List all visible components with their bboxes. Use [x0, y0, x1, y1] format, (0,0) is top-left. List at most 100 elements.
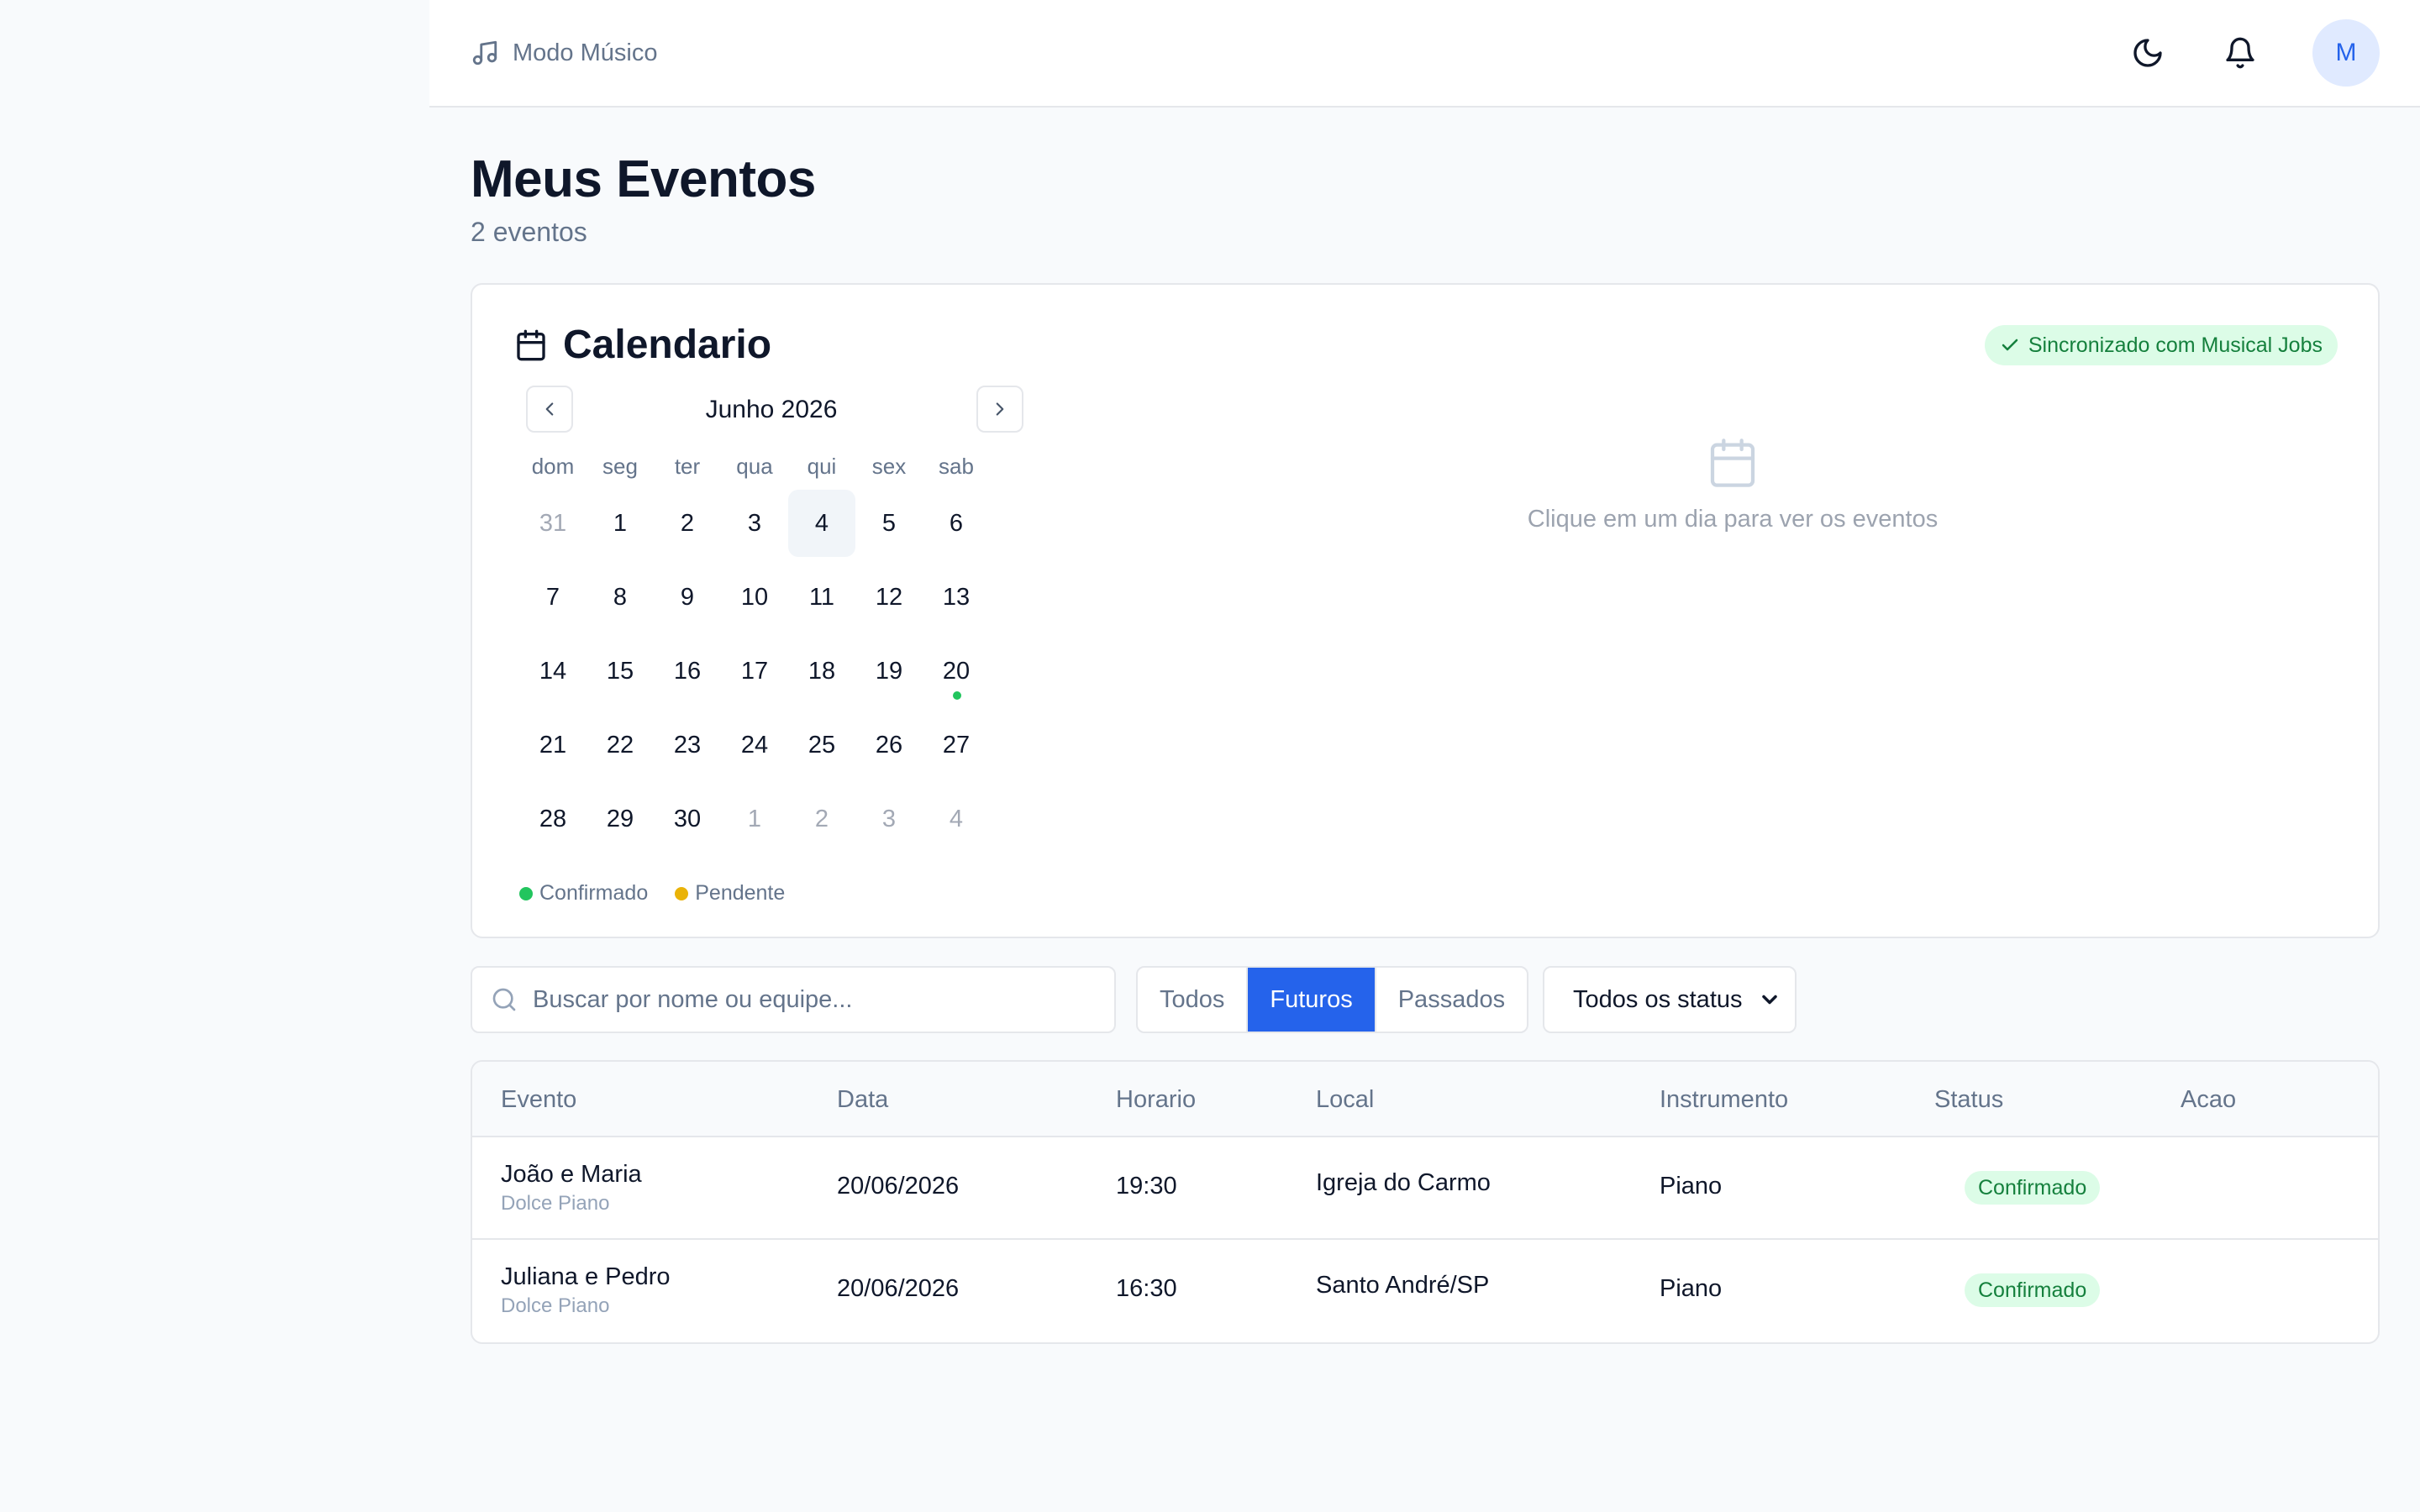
event-name: João e Maria [501, 1161, 642, 1188]
calendar-day[interactable]: 28 [519, 785, 587, 853]
calendar-day-number: 21 [539, 731, 567, 759]
calendar-day[interactable]: 1 [587, 490, 654, 557]
legend-label: Pendente [695, 881, 786, 905]
calendar-day[interactable]: 8 [587, 564, 654, 631]
filter-tab-passados[interactable]: Passados [1376, 968, 1527, 1032]
chevron-down-icon [1762, 995, 1777, 1005]
table-row[interactable]: João e Maria Dolce Piano 20/06/2026 19:30 Ig… [472, 1137, 2378, 1240]
month-label: Junho 2026 [705, 396, 838, 423]
table-body: João e Maria Dolce Piano 20/06/2026 19:30 Ig… [472, 1137, 2378, 1342]
calendar-day[interactable]: 31 [519, 490, 587, 557]
calendar-day[interactable]: 1 [721, 785, 788, 853]
calendar-day-number: 2 [680, 509, 695, 537]
calendar-day-number: 22 [606, 731, 634, 759]
calendar-day[interactable]: 13 [923, 564, 990, 631]
calendar-day[interactable]: 29 [587, 785, 654, 853]
status-filter-select[interactable]: Todos os status [1543, 966, 1797, 1033]
calendar-day[interactable]: 7 [519, 564, 587, 631]
main-content: Meus Eventos 2 eventos Calendario Sincro… [471, 108, 2380, 1344]
calendar-day[interactable]: 22 [587, 711, 654, 779]
calendar-day[interactable]: 12 [855, 564, 923, 631]
calendar-day-number: 18 [808, 657, 836, 685]
event-date: 20/06/2026 [837, 1275, 960, 1302]
status-badge: Confirmado [1965, 1171, 2101, 1205]
calendar-day[interactable]: 6 [923, 490, 990, 557]
calendar-day[interactable]: 26 [855, 711, 923, 779]
calendar-day[interactable]: 18 [788, 638, 855, 705]
calendar-header: Calendario [514, 322, 771, 368]
calendar-day-number: 19 [875, 657, 903, 685]
moon-icon [2133, 39, 2162, 67]
column-header-local: Local [1316, 1086, 1375, 1113]
calendar-day[interactable]: 3 [855, 785, 923, 853]
next-month-button[interactable] [976, 386, 1023, 433]
calendar-legend: Confirmado Pendente [519, 881, 1023, 906]
calendar-day[interactable]: 21 [519, 711, 587, 779]
calendar-day[interactable]: 15 [587, 638, 654, 705]
calendar-day[interactable]: 16 [654, 638, 721, 705]
calendar-day-number: 13 [942, 583, 971, 611]
weekday-label: sex [871, 454, 907, 479]
calendar-day-number: 27 [942, 731, 971, 759]
legend-item: Confirmado [519, 881, 648, 906]
calendar-day-number: 11 [808, 583, 835, 611]
calendar-day[interactable]: 3 [721, 490, 788, 557]
status-filter-value: Todos os status [1573, 985, 1743, 1013]
calendar-day[interactable]: 24 [721, 711, 788, 779]
calendar-day-number: 5 [881, 509, 897, 537]
event-time: 16:30 [1116, 1275, 1177, 1302]
search-input[interactable] [533, 985, 1079, 1014]
event-instrument: Piano [1660, 1275, 1723, 1302]
sidebar-area [0, 0, 429, 1512]
event-team: Dolce Piano [501, 1192, 610, 1215]
calendar-day[interactable]: 23 [654, 711, 721, 779]
calendar-days-grid: 31 1 2 3 4 5 6 7 8 9 10 11 12 13 14 15 16 17 18 19 20 21 22 23 2… [519, 486, 1023, 856]
event-location: Igreja do Carmo [1316, 1169, 1491, 1196]
calendar-day-number: 1 [747, 805, 762, 832]
event-count: 2 eventos [471, 217, 587, 247]
day-events-empty-state: Clique em um dia para ver os eventos [1397, 436, 2069, 533]
table-row[interactable]: Juliana e Pedro Dolce Piano 20/06/2026 16:3… [472, 1240, 2378, 1342]
table-header: Evento Data Horario Local Instrumento Status A… [472, 1062, 2378, 1137]
event-time: 19:30 [1116, 1173, 1177, 1200]
calendar-day[interactable]: 19 [855, 638, 923, 705]
calendar-day-number: 14 [539, 657, 567, 685]
calendar-icon [517, 329, 545, 360]
calendar-day[interactable]: 25 [788, 711, 855, 779]
calendar-day[interactable]: 11 [788, 564, 855, 631]
calendar-title: Calendario [563, 323, 772, 367]
filter-tab-todos[interactable]: Todos [1138, 968, 1249, 1032]
calendar-day[interactable]: 20 [923, 638, 990, 705]
calendar-day-number: 1 [613, 509, 628, 537]
calendar-day[interactable]: 9 [654, 564, 721, 631]
event-date: 20/06/2026 [837, 1173, 960, 1200]
calendar-day[interactable]: 2 [788, 785, 855, 853]
calendar-day[interactable]: 30 [654, 785, 721, 853]
calendar-day[interactable]: 4 [923, 785, 990, 853]
weekday-header: dom seg ter qua qui sex sab [519, 449, 1023, 483]
event-cell: João e Maria Dolce Piano [501, 1161, 642, 1215]
calendar-day[interactable]: 2 [654, 490, 721, 557]
events-table: Evento Data Horario Local Instrumento Status A… [471, 1060, 2380, 1344]
calendar-day-number: 25 [808, 731, 836, 759]
column-header-evento: Evento [501, 1086, 577, 1113]
calendar-day-number: 20 [942, 657, 971, 685]
calendar-day[interactable]: 14 [519, 638, 587, 705]
calendar-day[interactable]: 5 [855, 490, 923, 557]
weekday-label: sab [939, 454, 974, 479]
calendar-nav: Junho 2026 [519, 386, 1023, 434]
legend-label: Confirmado [539, 881, 649, 905]
calendar-day-number: 4 [949, 805, 964, 832]
notifications-button[interactable] [2220, 33, 2260, 73]
calendar-day[interactable]: 27 [923, 711, 990, 779]
calendar-day-number: 24 [740, 731, 769, 759]
calendar-day[interactable]: 10 [721, 564, 788, 631]
filter-tab-futuros[interactable]: Futuros [1248, 968, 1376, 1032]
calendar-day-number: 6 [949, 509, 964, 537]
theme-toggle-button[interactable] [2128, 33, 2168, 73]
calendar-day[interactable]: 17 [721, 638, 788, 705]
user-avatar[interactable]: M [2312, 19, 2380, 87]
calendar-day-today[interactable]: 4 [788, 490, 855, 557]
calendar-day-number: 4 [814, 509, 829, 537]
calendar-day-number: 3 [747, 509, 762, 537]
